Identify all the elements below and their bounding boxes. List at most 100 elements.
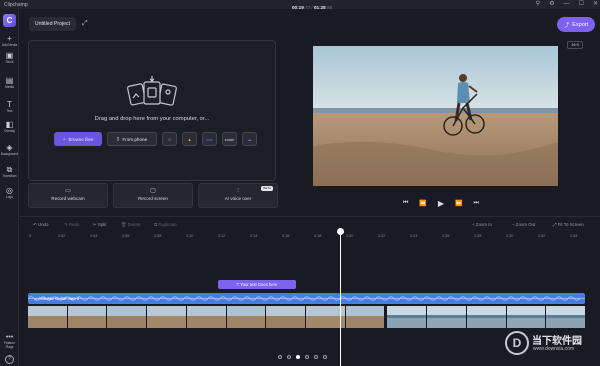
text-icon: T	[236, 282, 240, 287]
sidebar-item-logo[interactable]: ◎ Logo	[0, 186, 19, 199]
maximize-button[interactable]: ☐	[579, 0, 584, 9]
record-webcam-button[interactable]: ▭ Record webcam	[28, 183, 108, 208]
fit-to-screen-button[interactable]: ⤢ Fit To Screen	[553, 222, 584, 227]
sidebar-item-overlay[interactable]: ◧ Overlay	[0, 120, 19, 133]
onedrive-button[interactable]: ☁	[242, 132, 257, 146]
page-dot[interactable]	[287, 355, 291, 359]
undo-button[interactable]: ↶ Undo	[33, 222, 48, 228]
settings-icon[interactable]: ⚙	[549, 0, 554, 9]
app-logo: C	[3, 14, 16, 27]
zoom-out-button[interactable]: − Zoom Out	[512, 222, 535, 227]
expand-icon[interactable]: ⤢	[82, 19, 91, 28]
video-thumbnail	[427, 306, 466, 328]
plus-icon: +	[62, 136, 66, 142]
text-clip[interactable]: T Your text Goes here	[218, 280, 296, 289]
google-photos-button[interactable]: G	[162, 132, 177, 146]
overlay-icon: ◧	[5, 120, 14, 129]
video-thumbnail	[107, 306, 147, 328]
record-screen-button[interactable]: ▢ Record screen	[113, 183, 193, 208]
page-dot[interactable]	[278, 355, 282, 359]
fast-forward-icon[interactable]: ⏩	[455, 200, 462, 207]
sidebar-item-stock[interactable]: ▣ Stock	[0, 51, 19, 64]
plus-icon: +	[7, 34, 12, 43]
ruler-tick: 0:24	[410, 234, 418, 238]
page-dot[interactable]	[305, 355, 309, 359]
rewind-icon[interactable]: ⏪	[419, 200, 426, 207]
video-thumbnail	[266, 306, 306, 328]
sidebar-item-media[interactable]: ▤ Media	[0, 76, 19, 89]
import-buttons: + Browse files ▯ From phone G ▲ box zoom…	[54, 132, 257, 146]
playhead[interactable]	[340, 228, 341, 366]
drop-instructions: Drag and drop here from your computer, o…	[94, 116, 210, 122]
watermark-url: www.downxia.com	[533, 346, 575, 352]
ai-voice-over-button[interactable]: BETA ⫶ AI voice over	[198, 183, 278, 208]
beta-badge: BETA	[261, 186, 273, 191]
watermark: D 当下软件园 www.downxia.com	[505, 330, 600, 358]
video-preview[interactable]	[313, 46, 558, 186]
ruler-tick: 0:18	[314, 234, 322, 238]
video-thumbnail	[147, 306, 186, 328]
phone-icon: ▯	[116, 136, 120, 141]
playback-controls: ⏮ ⏪ ▶ ⏩ ⏭	[403, 199, 479, 208]
split-button[interactable]: ✂ Split	[93, 222, 106, 228]
skip-forward-icon[interactable]: ⏭	[474, 200, 479, 207]
ruler-tick: 0:14	[250, 234, 258, 238]
sidebar-item-background[interactable]: ◈ Background	[0, 143, 19, 156]
audio-clip-label: ♫ Acoustic Guitar Jam 3	[34, 296, 80, 301]
play-icon[interactable]: ▶	[438, 199, 444, 208]
ruler-tick: 0	[29, 234, 32, 238]
google-drive-button[interactable]: ▲	[182, 132, 197, 146]
upload-icon: ⤴	[563, 22, 570, 29]
page-dot-active[interactable]	[296, 355, 300, 359]
window-title: Clipchamp	[4, 1, 28, 8]
ruler-tick: 0:30	[506, 234, 514, 238]
project-name-field[interactable]: Untitled Project	[29, 17, 76, 31]
sidebar-item-text[interactable]: T Text	[0, 100, 19, 113]
close-button[interactable]: ✕	[593, 0, 598, 9]
page-dot[interactable]	[314, 355, 318, 359]
minimize-button[interactable]: —	[564, 0, 570, 9]
from-phone-button[interactable]: ▯ From phone	[107, 132, 157, 146]
sidebar-item-transition[interactable]: ⧉ Transition	[0, 165, 19, 178]
more-icon: •••	[5, 334, 14, 341]
box-button[interactable]: box	[202, 132, 217, 146]
video-thumbnail	[226, 306, 266, 328]
timecode: 00:19.77 / 01:28.86	[292, 5, 333, 10]
zoom-in-button[interactable]: + Zoom In	[472, 222, 492, 227]
ruler-tick: 0:12	[218, 234, 226, 238]
timeline-toolbar: ↶ Undo ↷ Redo ✂ Split 🗑 Delete ⧉ Duplica…	[19, 216, 600, 231]
video-thumbnail	[306, 306, 345, 328]
zoom-button[interactable]: zoom	[222, 132, 237, 146]
timeline-ruler[interactable]: 0 0:02 0:04 0:06 0:08 0:10 0:12 0:14 0:1…	[27, 231, 600, 243]
video-clip-track[interactable]	[28, 306, 586, 328]
redo-button[interactable]: ↷ Redo	[64, 222, 79, 228]
export-button[interactable]: ⤴ Export	[557, 17, 595, 32]
stock-icon: ▣	[5, 51, 14, 60]
record-options: ▭ Record webcam ▢ Record screen BETA ⫶ A…	[28, 183, 278, 208]
page-dot[interactable]	[323, 355, 327, 359]
search-icon[interactable]: ⚲	[536, 0, 540, 9]
video-thumbnail	[466, 306, 506, 328]
skip-back-icon[interactable]: ⏮	[403, 200, 408, 207]
video-thumbnail	[506, 306, 546, 328]
help-icon[interactable]: ?	[5, 355, 14, 364]
video-thumbnail	[385, 306, 427, 328]
media-dropzone[interactable]	[28, 40, 276, 181]
playhead-handle[interactable]	[337, 228, 344, 235]
delete-button[interactable]: 🗑 Delete	[121, 222, 141, 228]
sidebar-item-add-media[interactable]: + Add Media	[0, 34, 19, 47]
text-icon: T	[7, 100, 12, 109]
browse-files-button[interactable]: + Browse files	[54, 132, 102, 146]
feature-flags-button[interactable]: ••• Feature Flags	[0, 334, 19, 349]
ruler-tick: 0:02	[58, 234, 66, 238]
watermark-logo: D	[505, 331, 529, 355]
video-thumbnail	[67, 306, 107, 328]
ruler-tick: 0:28	[474, 234, 482, 238]
ruler-tick: 0:16	[282, 234, 290, 238]
media-files-icon	[127, 76, 177, 106]
aspect-ratio-button[interactable]: 16:9	[567, 41, 583, 49]
monitor-icon: ▢	[150, 188, 156, 194]
duplicate-button[interactable]: ⧉ Duplicate	[154, 222, 177, 227]
background-icon: ◈	[6, 143, 13, 152]
audio-clip[interactable]: ♫ Acoustic Guitar Jam 3	[28, 293, 585, 304]
